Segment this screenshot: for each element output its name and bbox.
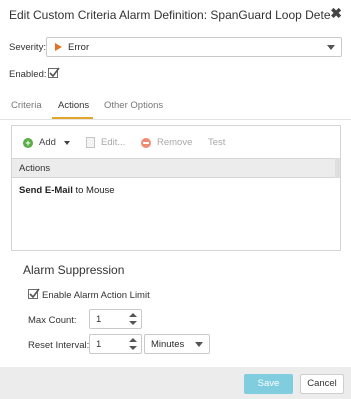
add-label: Add [39,137,56,148]
remove-button[interactable]: Remove [141,137,192,148]
enabled-checkbox[interactable] [48,67,60,78]
chevron-down-icon [327,45,335,50]
max-count-stepper[interactable]: 1 [89,309,142,329]
reset-interval-stepper[interactable]: 1 [89,334,142,354]
add-button[interactable]: + Add [23,137,70,148]
edit-label: Edit... [101,137,126,148]
actions-toolbar: + Add Edit... Remove Test [12,126,340,158]
tab-criteria[interactable]: Criteria [11,100,42,111]
enabled-label: Enabled: [9,69,47,80]
actions-panel: + Add Edit... Remove Test Actions Send E… [11,125,341,251]
test-label: Test [208,137,226,148]
severity-select[interactable]: Error [46,37,342,57]
edit-icon [86,137,95,148]
enable-limit-label: Enable Alarm Action Limit [42,290,150,301]
reset-interval-label: Reset Interval: [28,340,90,351]
remove-label: Remove [157,137,193,148]
reset-interval-unit: Minutes [151,338,185,350]
severity-value: Error [68,41,90,53]
tab-actions[interactable]: Actions [58,100,89,111]
chevron-down-icon [63,140,70,145]
tab-bar: Criteria Actions Other Options [0,97,351,119]
severity-label: Severity: [9,42,46,53]
stepper-arrows-icon[interactable] [129,312,137,326]
tab-divider [0,119,351,120]
action-type: Send E-Mail [19,185,73,196]
grid-header-actions: Actions [19,163,51,174]
grid-header: Actions [12,158,340,178]
table-row[interactable]: Send E-Mail to Mouse [19,185,115,196]
severity-flag-icon [55,43,62,51]
cancel-button[interactable]: Cancel [300,374,344,394]
stepper-arrows-icon[interactable] [129,337,137,351]
checkmark-icon [49,67,60,78]
chevron-down-icon [195,342,203,347]
tab-other-options[interactable]: Other Options [104,100,163,111]
dialog-footer: Save Cancel [0,367,351,399]
save-button[interactable]: Save [244,374,293,394]
checkmark-icon [29,288,40,299]
alarm-suppression-title: Alarm Suppression [23,263,125,277]
max-count-value: 1 [96,314,102,325]
remove-icon [141,137,151,148]
max-count-label: Max Count: [28,315,77,326]
reset-interval-unit-select[interactable]: Minutes [144,334,210,354]
reset-interval-value: 1 [96,339,102,350]
action-target: to Mouse [72,185,115,196]
dialog-titlebar: Edit Custom Criteria Alarm Definition: S… [0,0,351,30]
dialog-title: Edit Custom Criteria Alarm Definition: S… [9,8,331,22]
add-icon: + [23,137,33,148]
close-icon[interactable]: ✖ [330,6,342,20]
enable-limit-checkbox[interactable] [28,288,40,299]
edit-button[interactable]: Edit... [86,137,125,148]
scrollbar[interactable] [335,158,340,178]
test-button[interactable]: Test [208,137,225,148]
